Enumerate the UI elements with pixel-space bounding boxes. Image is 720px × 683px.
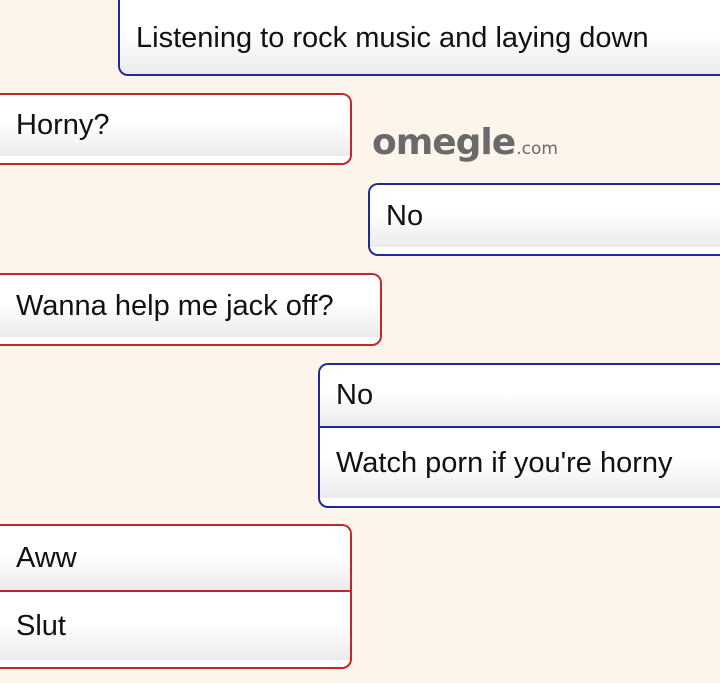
stranger-message-group: Horny? [0,93,352,165]
you-message-group: Listening to rock music and laying down [118,0,720,76]
stranger-message-text: Wanna help me jack off? [0,275,380,337]
omegle-logo-text: omegle [372,122,516,163]
omegle-logo: omegle .com [372,122,558,163]
you-message-text: No [370,185,720,247]
you-message-group: No Watch porn if you're horny [318,363,720,508]
you-message-text: Watch porn if you're horny [320,426,720,498]
omegle-logo-suffix: .com [516,139,558,159]
stranger-message-group: Aww Slut [0,524,352,669]
stranger-message-text: Horny? [0,95,350,156]
you-message-text: Listening to rock music and laying down [120,0,720,74]
you-message-group: No [368,183,720,256]
you-message-text: No [320,365,720,426]
stranger-message-group: Wanna help me jack off? [0,273,382,346]
stranger-message-text: Slut [0,590,350,660]
stranger-message-text: Aww [0,526,350,590]
